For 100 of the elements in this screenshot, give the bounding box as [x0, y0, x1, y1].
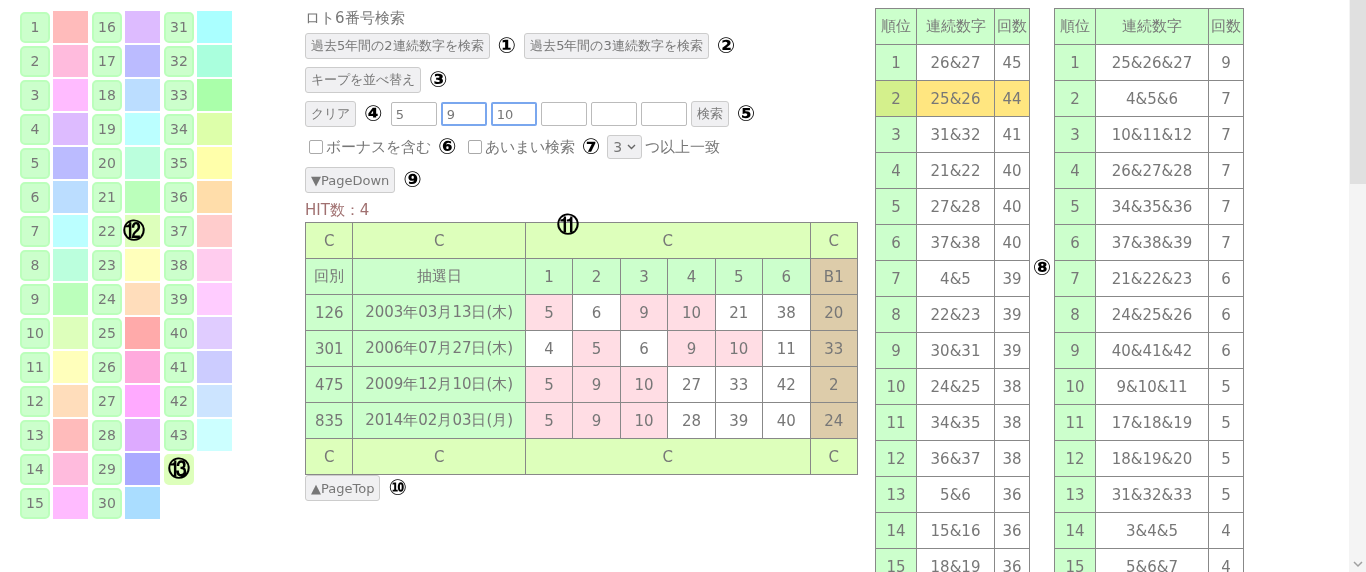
table-cell: 34&35&36	[1095, 188, 1209, 225]
table-cell: 3&4&5	[1095, 512, 1209, 549]
number-key[interactable]: 38	[164, 249, 194, 281]
search-button[interactable]: 過去5年間の3連続数字を検索	[524, 33, 709, 59]
checkbox[interactable]	[309, 140, 323, 154]
table-cell: 4&5&6	[1095, 80, 1209, 117]
number-key[interactable]: 11	[20, 351, 50, 383]
table-cell: 6	[1054, 224, 1096, 261]
table-cell: 4	[525, 330, 573, 367]
number-key[interactable]: 24	[92, 283, 122, 315]
number-key[interactable]: 31	[164, 11, 194, 43]
column-header: 順位	[1054, 8, 1096, 45]
number-key[interactable]: 12	[20, 385, 50, 417]
number-key[interactable]: 3	[20, 79, 50, 111]
number-key[interactable]: 1	[20, 11, 50, 43]
table-cell: 36&37	[916, 440, 995, 477]
number-field[interactable]	[540, 102, 587, 126]
table-cell: 42	[762, 366, 811, 403]
callout-number: ②	[716, 35, 736, 57]
callout-number: ⑥	[438, 136, 457, 158]
number-field[interactable]	[640, 102, 687, 126]
scrollbar[interactable]	[1349, 0, 1366, 572]
table-cell: 33	[715, 366, 763, 403]
table-cell: 21&22	[916, 152, 995, 189]
table-cell: 301	[305, 330, 353, 367]
column-header: 順位	[875, 8, 917, 45]
table-cell: 24	[810, 402, 858, 439]
callout-number: ④	[364, 103, 383, 125]
table-cell: 15	[875, 548, 917, 572]
table-cell: 5&6	[916, 476, 995, 513]
number-field[interactable]: 10	[490, 102, 537, 126]
table-cell: 10	[1054, 368, 1096, 405]
number-key[interactable]: 4	[20, 113, 50, 145]
clear-button[interactable]: クリア	[305, 101, 356, 127]
column-header: 抽選日	[352, 258, 526, 295]
number-key[interactable]: 19	[92, 113, 122, 145]
number-key[interactable]: 27	[92, 385, 122, 417]
number-key[interactable]: 18	[92, 79, 122, 111]
chevron-down-icon	[627, 144, 637, 150]
number-key[interactable]: 39	[164, 283, 194, 315]
number-field[interactable]: 5	[390, 102, 437, 126]
table-cell: 5	[525, 366, 573, 403]
table-cell: 18&19&20	[1095, 440, 1209, 477]
number-key[interactable]: 32	[164, 45, 194, 77]
number-key[interactable]: 6	[20, 181, 50, 213]
number-key[interactable]: 23	[92, 249, 122, 281]
number-key[interactable]: 22	[92, 215, 122, 247]
number-key[interactable]: 8	[20, 249, 50, 281]
number-key[interactable]: 25	[92, 317, 122, 349]
number-key[interactable]: 2	[20, 45, 50, 77]
number-key[interactable]: 21	[92, 181, 122, 213]
number-key[interactable]: 34	[164, 113, 194, 145]
number-key[interactable]: 43	[164, 419, 194, 451]
number-key[interactable]: 9	[20, 283, 50, 315]
table-cell: 17&18&19	[1095, 404, 1209, 441]
number-key[interactable]: 30	[92, 487, 122, 519]
table-cell: 5	[525, 402, 573, 439]
number-key[interactable]: 28	[92, 419, 122, 451]
number-key[interactable]: 33	[164, 79, 194, 111]
table-cell: 21	[715, 294, 763, 331]
number-key[interactable]: 29	[92, 453, 122, 485]
number-key[interactable]: 16	[92, 11, 122, 43]
table-cell: 25&26&27	[1095, 44, 1209, 81]
chevron-down-icon[interactable]	[1353, 561, 1363, 568]
number-key[interactable]: 14	[20, 453, 50, 485]
table-cell: 22&23	[916, 296, 995, 333]
number-field[interactable]: 9	[440, 102, 487, 126]
table-cell: 39	[715, 402, 763, 439]
column-header: 4	[667, 258, 716, 295]
number-key[interactable]: 35	[164, 147, 194, 179]
table-cell: 30&31	[916, 332, 995, 369]
number-key[interactable]: 15	[20, 487, 50, 519]
number-key[interactable]: 20	[92, 147, 122, 179]
page-top-button[interactable]: ▲PageTop	[305, 475, 381, 501]
search-button[interactable]: 過去5年間の2連続数字を検索	[305, 33, 490, 59]
page-down-button[interactable]: ▼PageDown	[305, 167, 396, 193]
number-key[interactable]: 7	[20, 215, 50, 247]
number-key[interactable]: 5	[20, 147, 50, 179]
column-header: B1	[810, 258, 858, 295]
number-key[interactable]: 36	[164, 181, 194, 213]
table-cell: 1	[875, 44, 917, 81]
table-cell: 2006年07月27日(木)	[352, 330, 526, 367]
number-key[interactable]: 26	[92, 351, 122, 383]
number-key[interactable]: 41	[164, 351, 194, 383]
checkbox[interactable]	[467, 140, 482, 154]
table-cell: 4	[875, 152, 917, 189]
number-key[interactable]: 40	[164, 317, 194, 349]
number-key[interactable]: 10	[20, 317, 50, 349]
number-key[interactable]: 37	[164, 215, 194, 247]
table-cell: 3	[875, 116, 917, 153]
table-cell: 9	[667, 330, 716, 367]
search-button[interactable]: 検索	[690, 101, 729, 127]
number-key[interactable]: 42	[164, 385, 194, 417]
number-key[interactable]: 17	[92, 45, 122, 77]
table-cell: 11	[1054, 404, 1096, 441]
sort-button[interactable]: キープを並べ替え	[305, 67, 421, 93]
number-key[interactable]: 13	[20, 419, 50, 451]
number-field[interactable]	[590, 102, 637, 126]
match-count-select[interactable]: 3	[607, 135, 643, 159]
table-cell: 11	[875, 404, 917, 441]
